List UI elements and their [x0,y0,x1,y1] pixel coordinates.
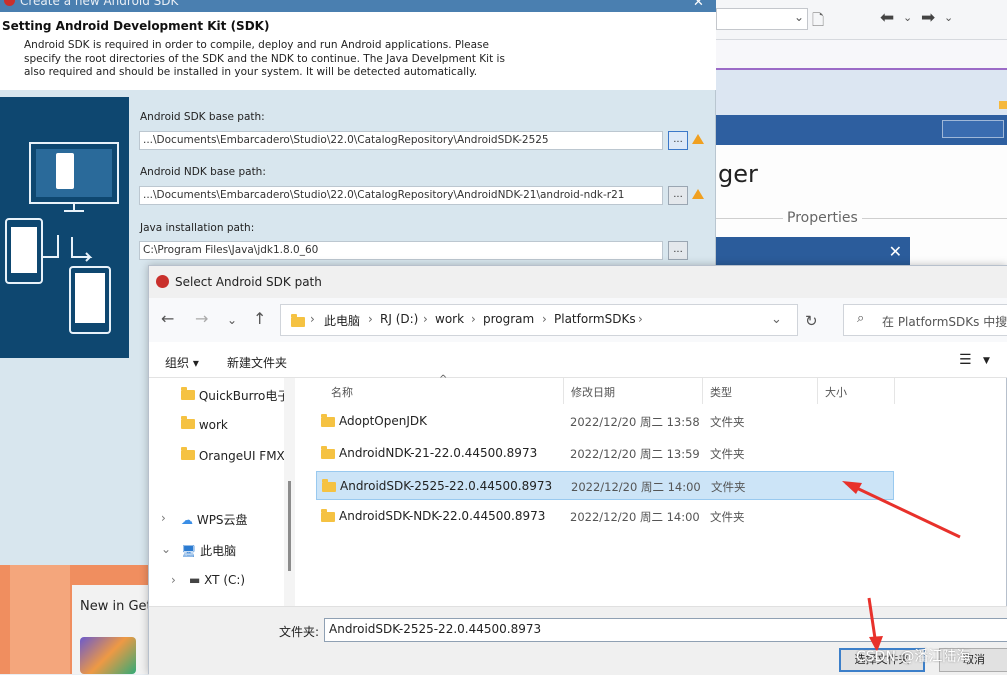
annotation-arrow-head [842,481,862,494]
annotation-arrow-line [845,481,961,539]
watermark: CSDN @潘江陆海 [856,649,971,665]
annotation-arrows [842,481,961,652]
